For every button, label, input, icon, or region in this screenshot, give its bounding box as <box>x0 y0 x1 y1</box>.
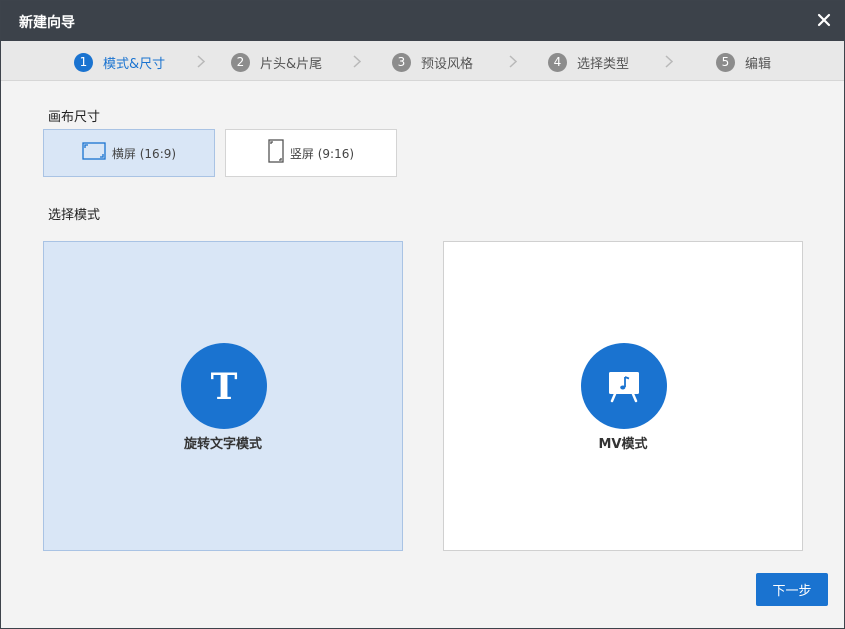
step-number: 1 <box>74 52 93 72</box>
step-select-type[interactable]: 4 选择类型 <box>548 52 629 72</box>
next-button[interactable]: 下一步 <box>756 573 828 606</box>
text-t-icon: T <box>181 343 267 429</box>
step-label: 编辑 <box>745 56 772 72</box>
canvas-size-label: 画布尺寸 <box>48 110 101 125</box>
step-label: 模式&尺寸 <box>103 56 166 72</box>
music-board-icon <box>581 343 667 429</box>
portrait-icon <box>268 139 284 167</box>
rotating-text-mode-card[interactable]: T 旋转文字模式 <box>43 241 403 551</box>
step-number: 3 <box>392 52 411 72</box>
dialog-title: 新建向导 <box>19 15 75 31</box>
new-wizard-dialog: 新建向导 1 模式&尺寸 2 片头&片尾 3 预设风格 4 选择类型 5 编辑 … <box>0 0 845 629</box>
step-edit[interactable]: 5 编辑 <box>716 52 771 72</box>
step-label: 预设风格 <box>421 56 474 72</box>
chevron-right-icon <box>197 55 205 68</box>
close-icon[interactable] <box>814 10 834 30</box>
step-intro-outro[interactable]: 2 片头&片尾 <box>231 52 322 72</box>
chevron-right-icon <box>665 55 673 68</box>
rotating-text-mode-label: 旋转文字模式 <box>183 437 262 452</box>
portrait-label: 竖屏 (9:16) <box>289 146 355 161</box>
step-label: 选择类型 <box>577 56 630 72</box>
step-preset-style[interactable]: 3 预设风格 <box>392 52 473 72</box>
svg-text:T: T <box>211 366 238 406</box>
select-mode-label: 选择模式 <box>48 208 101 223</box>
portrait-button[interactable]: 竖屏 (9:16) <box>225 129 397 177</box>
landscape-label: 横屏 (16:9) <box>111 146 177 161</box>
step-number: 2 <box>231 52 250 72</box>
step-number: 5 <box>716 52 735 72</box>
landscape-button[interactable]: 横屏 (16:9) <box>43 129 215 177</box>
chevron-right-icon <box>509 55 517 68</box>
landscape-icon <box>82 142 106 164</box>
wizard-steps: 1 模式&尺寸 2 片头&片尾 3 预设风格 4 选择类型 5 编辑 <box>1 41 844 81</box>
mv-mode-label: MV模式 <box>598 437 648 452</box>
mv-mode-card[interactable]: MV模式 <box>443 241 803 551</box>
step-label: 片头&片尾 <box>260 56 323 72</box>
chevron-right-icon <box>353 55 361 68</box>
title-bar: 新建向导 <box>1 1 844 41</box>
step-number: 4 <box>548 52 567 72</box>
step-mode-size[interactable]: 1 模式&尺寸 <box>74 52 165 72</box>
